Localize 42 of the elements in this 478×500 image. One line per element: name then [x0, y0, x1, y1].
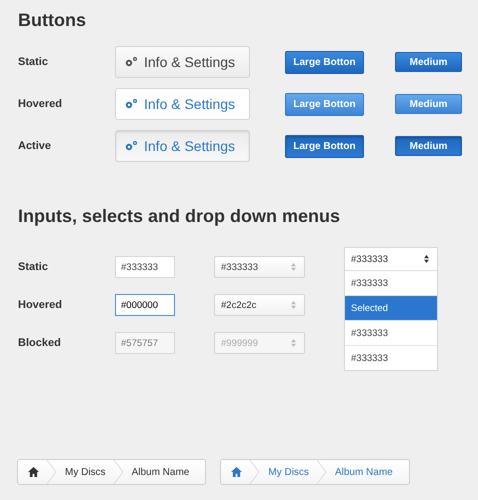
up-down-arrows-icon	[424, 255, 429, 263]
text-field[interactable]: #000000	[115, 294, 175, 316]
state-label: Hovered	[18, 98, 64, 110]
large-button[interactable]: Large Botton	[285, 134, 364, 158]
large-button[interactable]: Large Botton	[285, 92, 364, 116]
state-label: Hovered	[18, 299, 64, 311]
select-field[interactable]: #333333	[345, 248, 437, 271]
info-settings-button[interactable]: Info & Settings	[115, 130, 250, 162]
section-heading: Buttons	[18, 9, 87, 32]
state-label: Active	[18, 140, 52, 152]
chevron-separator-icon	[47, 460, 57, 484]
dropdown-option[interactable]: #333333	[345, 346, 437, 370]
up-down-arrows-icon	[291, 339, 296, 347]
dropdown-option[interactable]: #333333	[345, 321, 437, 346]
state-label: Blocked	[18, 337, 62, 349]
gears-icon	[124, 98, 138, 110]
info-settings-button[interactable]: Info & Settings	[115, 88, 250, 120]
medium-button[interactable]: Medium	[395, 52, 462, 72]
large-button[interactable]: Large Botton	[285, 50, 364, 74]
medium-button[interactable]: Medium	[395, 94, 462, 114]
breadcrumb-link[interactable]: Album Name	[124, 460, 198, 484]
gears-icon	[124, 56, 138, 68]
chevron-separator-icon	[114, 460, 124, 484]
text-field[interactable]: #333333	[115, 256, 175, 278]
state-label: Static	[18, 56, 49, 68]
home-icon	[231, 467, 242, 477]
breadcrumb-link[interactable]: My Discs	[57, 460, 114, 484]
home-icon	[28, 467, 39, 477]
medium-button[interactable]: Medium	[395, 136, 462, 156]
info-settings-button[interactable]: Info & Settings	[115, 46, 250, 78]
breadcrumb-link[interactable]: My Discs	[260, 460, 317, 484]
state-label: Static	[18, 261, 49, 273]
up-down-arrows-icon	[291, 263, 296, 271]
up-down-arrows-icon	[291, 301, 296, 309]
section-heading: Inputs, selects and drop down menus	[18, 205, 342, 228]
select-field[interactable]: #2c2c2c	[214, 294, 305, 316]
dropdown-option[interactable]: Selected	[345, 296, 437, 321]
chevron-separator-icon	[250, 460, 260, 484]
gears-icon	[124, 140, 138, 152]
select-field[interactable]: #333333	[214, 256, 305, 278]
chevron-separator-icon	[316, 460, 327, 484]
breadcrumb-link[interactable]: Album Name	[326, 460, 401, 484]
